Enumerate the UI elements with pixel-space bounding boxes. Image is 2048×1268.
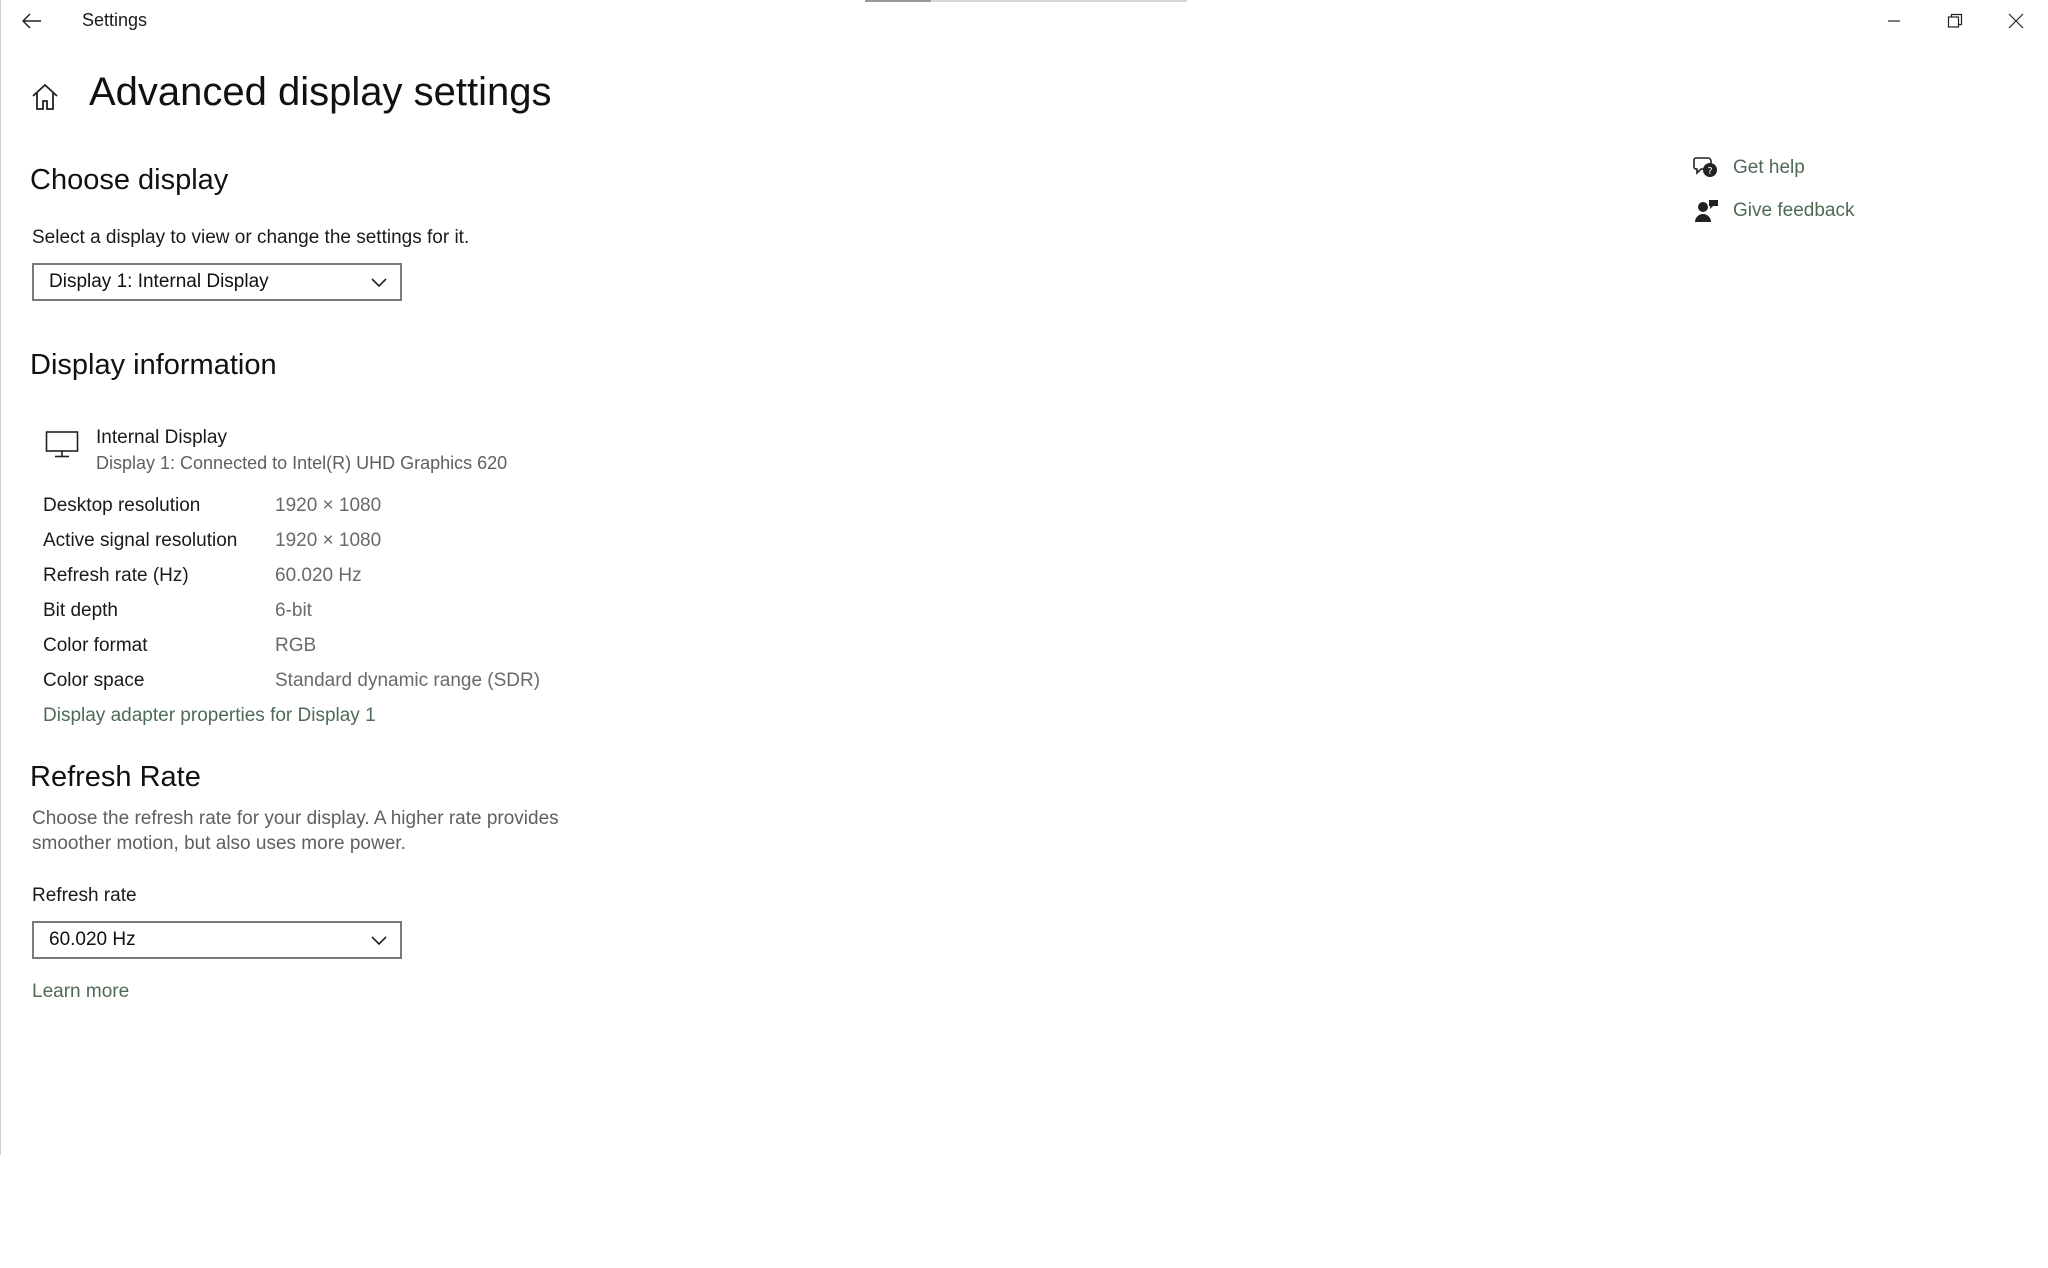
give-feedback-label: Give feedback <box>1733 200 1855 221</box>
display-adapter-properties-link[interactable]: Display adapter properties for Display 1 <box>43 705 376 727</box>
home-button[interactable] <box>30 82 62 114</box>
info-value-desktop-resolution: 1920 × 1080 <box>275 495 382 516</box>
refresh-rate-field-label: Refresh rate <box>32 885 137 906</box>
refresh-rate-description-1: Choose the refresh rate for your display… <box>32 808 559 829</box>
info-value-refresh-rate: 60.020 Hz <box>275 565 362 586</box>
info-value-active-signal-resolution: 1920 × 1080 <box>275 530 382 551</box>
close-button[interactable] <box>1986 4 2046 38</box>
get-help-label: Get help <box>1733 157 1805 178</box>
back-arrow-icon <box>22 13 41 29</box>
info-label-desktop-resolution: Desktop resolution <box>43 495 201 516</box>
monitor-icon <box>45 431 79 458</box>
monitor-name: Internal Display <box>96 427 227 448</box>
info-label-refresh-rate: Refresh rate (Hz) <box>43 565 189 586</box>
info-label-bit-depth: Bit depth <box>43 600 118 621</box>
chat-help-icon: ? <box>1693 157 1717 177</box>
info-label-color-space: Color space <box>43 670 145 691</box>
info-label-active-signal-resolution: Active signal resolution <box>43 530 238 551</box>
info-value-color-format: RGB <box>275 635 317 656</box>
chevron-down-icon <box>371 278 387 288</box>
chevron-down-icon <box>371 936 387 946</box>
restore-icon <box>1947 13 1963 28</box>
monitor-icon-wrap <box>45 430 79 463</box>
tab-indicator <box>865 0 931 2</box>
display-select-value: Display 1: Internal Display <box>49 271 269 292</box>
display-select[interactable]: Display 1: Internal Display <box>32 263 402 301</box>
close-icon <box>2008 13 2024 29</box>
info-label-color-format: Color format <box>43 635 148 656</box>
page-title: Advanced display settings <box>89 70 552 114</box>
refresh-rate-description-2: smoother motion, but also uses more powe… <box>32 833 406 854</box>
feedback-person-icon <box>1695 200 1718 222</box>
info-value-color-space: Standard dynamic range (SDR) <box>275 670 541 691</box>
choose-display-heading: Choose display <box>30 164 229 196</box>
refresh-rate-select[interactable]: 60.020 Hz <box>32 921 402 959</box>
refresh-rate-heading: Refresh Rate <box>30 761 201 793</box>
get-help-link[interactable]: ? Get help <box>1693 156 1805 180</box>
home-icon <box>32 83 58 110</box>
window-title: Settings <box>82 10 148 30</box>
window-edge <box>0 0 1 1155</box>
restore-button[interactable] <box>1925 4 1985 38</box>
refresh-rate-select-value: 60.020 Hz <box>49 929 136 950</box>
info-value-bit-depth: 6-bit <box>275 600 312 621</box>
choose-display-description: Select a display to view or change the s… <box>32 227 470 248</box>
display-info-heading: Display information <box>30 349 277 381</box>
learn-more-link[interactable]: Learn more <box>32 981 129 1003</box>
monitor-connection: Display 1: Connected to Intel(R) UHD Gra… <box>96 453 508 473</box>
minimize-icon <box>1888 20 1900 22</box>
minimize-button[interactable] <box>1864 4 1924 38</box>
tab-indicator-track <box>931 0 1187 2</box>
svg-text:?: ? <box>1707 166 1712 177</box>
back-button[interactable] <box>14 6 50 36</box>
give-feedback-link[interactable]: Give feedback <box>1693 199 1854 223</box>
